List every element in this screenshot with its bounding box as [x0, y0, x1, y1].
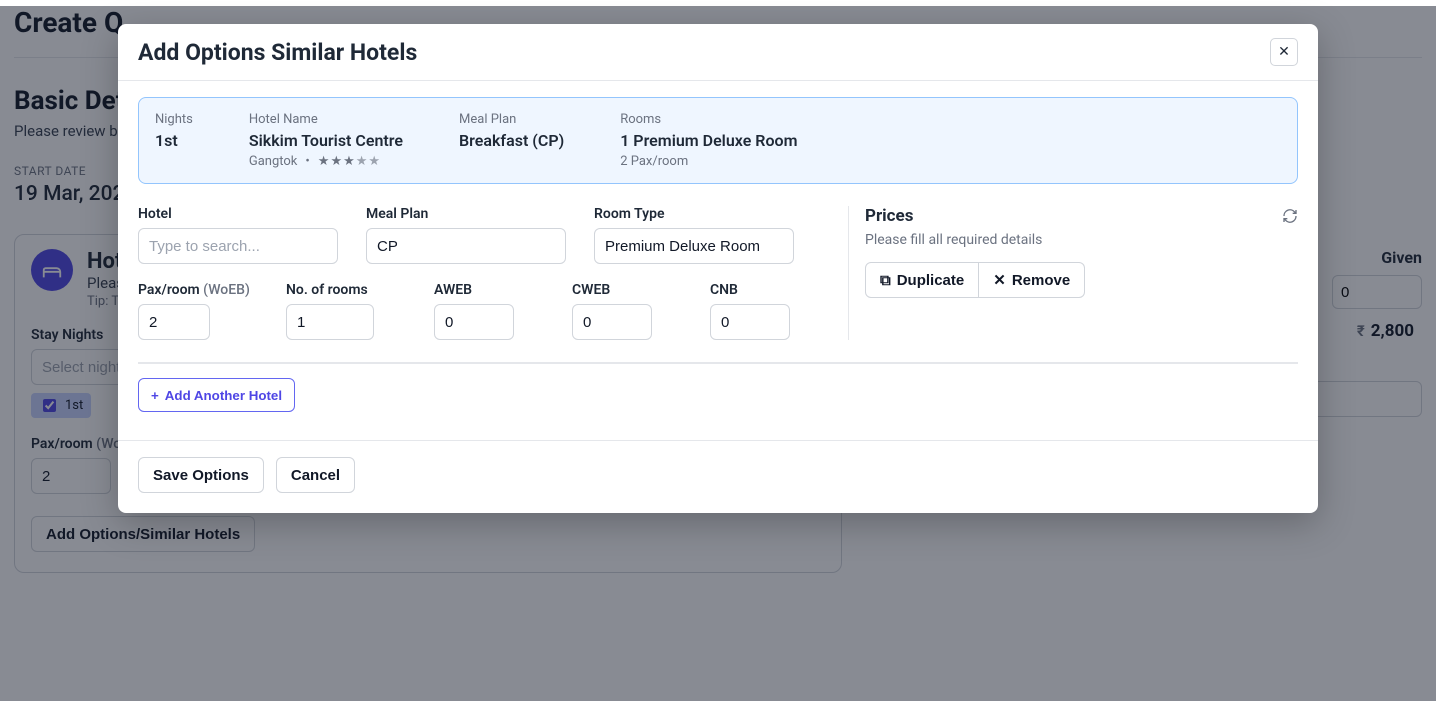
prices-sub: Please fill all required details	[865, 232, 1298, 248]
option-form: Hotel Meal Plan Room Type	[138, 206, 828, 340]
prices-panel: Prices Please fill all required details …	[848, 206, 1298, 340]
summary-meal-label: Meal Plan	[459, 112, 564, 127]
summary-nights-label: Nights	[155, 112, 193, 127]
modal-close-button[interactable]: ✕	[1270, 38, 1298, 66]
aweb-field-label: AWEB	[434, 282, 544, 298]
plus-icon: +	[151, 388, 159, 403]
option-cweb-input[interactable]	[572, 304, 652, 340]
cancel-button[interactable]: Cancel	[276, 457, 355, 493]
refresh-icon[interactable]	[1282, 208, 1298, 224]
meal-field-label: Meal Plan	[366, 206, 566, 222]
option-rooms-input[interactable]	[286, 304, 374, 340]
cnb-field-label: CNB	[710, 282, 820, 298]
hotel-field-label: Hotel	[138, 206, 338, 222]
summary-rooms-sub: 2 Pax/room	[620, 154, 797, 169]
summary-hotel-value: Sikkim Tourist Centre	[249, 131, 403, 150]
close-icon: ✕	[993, 271, 1006, 289]
modal-overlay: Add Options Similar Hotels ✕ Nights 1st …	[0, 6, 1436, 701]
remove-button[interactable]: ✕ Remove	[979, 262, 1085, 298]
option-aweb-input[interactable]	[434, 304, 514, 340]
cweb-field-label: CWEB	[572, 282, 682, 298]
save-options-button[interactable]: Save Options	[138, 457, 264, 493]
pax-field-suffix: (WoEB)	[203, 282, 250, 298]
close-icon: ✕	[1278, 44, 1290, 60]
rooms-field-label: No. of rooms	[286, 282, 406, 298]
room-type-select[interactable]	[594, 228, 794, 264]
divider	[138, 362, 1298, 364]
summary-nights-value: 1st	[155, 131, 193, 150]
duplicate-button[interactable]: ⧉ Duplicate	[865, 262, 979, 298]
duplicate-icon: ⧉	[880, 272, 891, 289]
prices-title: Prices	[865, 206, 913, 226]
star-rating-icon: ★★★★★	[318, 154, 381, 169]
summary-rooms-value: 1 Premium Deluxe Room	[620, 131, 797, 150]
summary-rooms-label: Rooms	[620, 112, 797, 127]
hotel-search-input[interactable]	[138, 228, 338, 264]
add-another-hotel-button[interactable]: + Add Another Hotel	[138, 378, 295, 412]
summary-hotel-city: Gangtok	[249, 154, 298, 169]
pax-field-label: Pax/room (WoEB)	[138, 282, 258, 298]
quote-summary-card: Nights 1st Hotel Name Sikkim Tourist Cen…	[138, 97, 1298, 184]
summary-hotel-label: Hotel Name	[249, 112, 403, 127]
summary-meal-value: Breakfast (CP)	[459, 131, 564, 150]
room-type-field-label: Room Type	[594, 206, 794, 222]
dot-separator: •	[305, 154, 309, 169]
option-pax-input[interactable]	[138, 304, 210, 340]
meal-plan-select[interactable]	[366, 228, 566, 264]
modal-title: Add Options Similar Hotels	[138, 39, 417, 66]
add-options-modal: Add Options Similar Hotels ✕ Nights 1st …	[118, 24, 1318, 513]
option-cnb-input[interactable]	[710, 304, 790, 340]
